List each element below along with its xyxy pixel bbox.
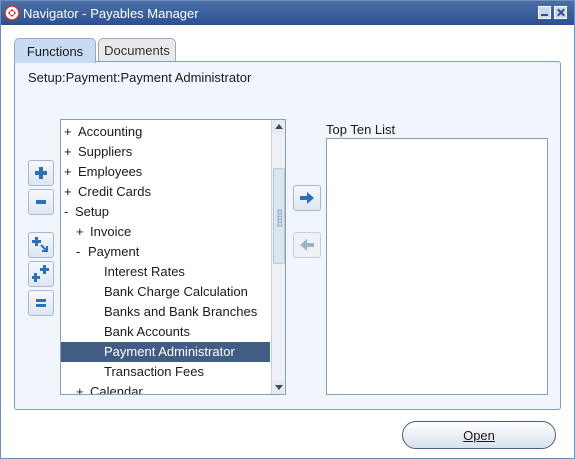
scroll-down-icon[interactable] — [272, 380, 285, 394]
tree-item-payment[interactable]: - Payment — [61, 242, 270, 262]
tree-item-invoice[interactable]: + Invoice — [61, 222, 270, 242]
tree-item-marker[interactable]: - — [76, 242, 88, 262]
tree-item-label: Employees — [78, 164, 143, 179]
grip-icon — [277, 209, 282, 227]
tree-item-marker[interactable]: + — [76, 382, 90, 394]
expand-all-icon — [32, 265, 49, 282]
tree-item-label: Calendar — [90, 384, 143, 395]
expand-all-button[interactable] — [28, 261, 54, 287]
tree-item-marker[interactable]: + — [76, 222, 90, 242]
tree-item-interest-rates[interactable]: Interest Rates — [61, 262, 270, 282]
remove-from-top-ten-button[interactable] — [293, 232, 321, 258]
navigator-window: Navigator - Payables Manager Functions D… — [0, 0, 575, 459]
tree-item-bank-accounts[interactable]: Bank Accounts — [61, 322, 270, 342]
tree-item-suppliers[interactable]: + Suppliers — [61, 142, 270, 162]
expand-branch-icon — [32, 237, 48, 252]
tree-item-payment-administrator[interactable]: Payment Administrator — [61, 342, 270, 362]
tree-item-label: Interest Rates — [104, 264, 185, 279]
tree-item-accounting[interactable]: + Accounting — [61, 122, 270, 142]
tree-item-banks-and-bank-branches[interactable]: Banks and Bank Branches — [61, 302, 270, 322]
scroll-up-icon[interactable] — [272, 120, 285, 134]
collapse-all-icon — [36, 299, 46, 307]
breadcrumb: Setup:Payment:Payment Administrator — [28, 70, 252, 85]
plus-icon — [35, 167, 47, 179]
tree-item-employees[interactable]: + Employees — [61, 162, 270, 182]
tree-item-transaction-fees[interactable]: Transaction Fees — [61, 362, 270, 382]
tree-item-marker[interactable]: + — [64, 182, 78, 202]
oracle-app-icon — [4, 5, 20, 21]
tree-item-label: Credit Cards — [78, 184, 151, 199]
tree-list: + Accounting + Suppliers + Employees + Credi… — [61, 122, 270, 395]
add-to-top-ten-button[interactable] — [293, 185, 321, 211]
open-button[interactable]: Open — [402, 421, 556, 449]
open-button-label: Open — [463, 427, 495, 443]
tree-item-setup[interactable]: - Setup — [61, 202, 270, 222]
tree-item-label: Suppliers — [78, 144, 133, 159]
tree-item-label: Setup — [75, 204, 109, 219]
tree-item-label: Bank Accounts — [104, 324, 190, 339]
close-icon[interactable] — [554, 6, 567, 19]
tree-item-label: Transaction Fees — [104, 364, 204, 379]
tree-item-label: Accounting — [78, 124, 143, 139]
tree-item-label: Invoice — [90, 224, 132, 239]
scroll-thumb[interactable] — [273, 168, 285, 264]
collapse-all-button[interactable] — [28, 290, 54, 316]
tree-item-bank-charge-calculation[interactable]: Bank Charge Calculation — [61, 282, 270, 302]
tab-functions[interactable]: Functions — [14, 38, 96, 63]
minimize-icon[interactable] — [538, 6, 551, 19]
collapse-button[interactable] — [28, 189, 54, 215]
top-ten-list[interactable] — [326, 138, 548, 395]
tree-item-label: Bank Charge Calculation — [104, 284, 248, 299]
expand-branch-button[interactable] — [28, 232, 54, 258]
arrow-left-icon — [300, 239, 314, 251]
tree-item-marker[interactable]: + — [64, 122, 78, 142]
tree-item-label: Payment — [88, 244, 140, 259]
tree-item-marker[interactable]: - — [64, 202, 75, 222]
tab-documents[interactable]: Documents — [98, 38, 176, 62]
tree-item-marker[interactable]: + — [64, 142, 78, 162]
tree-item-label: Payment Administrator — [104, 344, 235, 359]
tree-scrollbar[interactable] — [271, 120, 285, 394]
title-bar[interactable]: Navigator - Payables Manager — [1, 1, 574, 25]
top-ten-label: Top Ten List — [326, 122, 396, 137]
tree-item-marker[interactable]: + — [64, 162, 78, 182]
tree-item-credit-cards[interactable]: + Credit Cards — [61, 182, 270, 202]
arrow-right-icon — [300, 192, 314, 204]
window-title: Navigator - Payables Manager — [23, 5, 199, 21]
minus-icon — [36, 200, 46, 204]
tree-item-label: Banks and Bank Branches — [104, 304, 258, 319]
tree-item-calendar[interactable]: + Calendar — [61, 382, 270, 395]
function-tree[interactable]: + Accounting + Suppliers + Employees + Credi… — [60, 119, 286, 395]
expand-button[interactable] — [28, 160, 54, 186]
